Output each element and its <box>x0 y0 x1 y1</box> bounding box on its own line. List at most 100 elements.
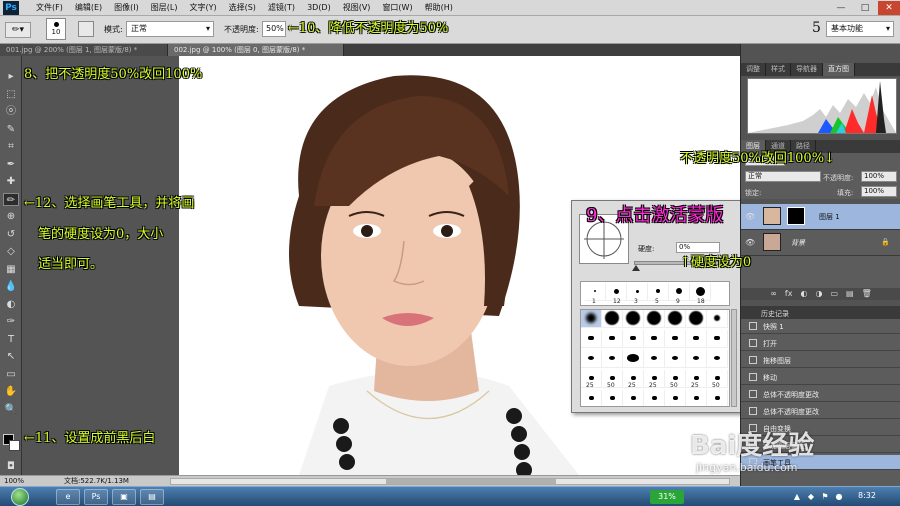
brush-preset-cell[interactable] <box>665 310 686 328</box>
layer-action-button-3[interactable]: ◑ <box>815 288 822 300</box>
visibility-eye-icon[interactable]: 👁 <box>745 237 756 248</box>
history-item[interactable]: 拖移图层 <box>741 353 900 368</box>
brush-preset-cell[interactable] <box>665 390 686 406</box>
brush-preset-cell[interactable]: 50 <box>707 370 728 389</box>
brush-preset-cell[interactable]: 1 <box>585 283 606 305</box>
history-item[interactable]: 总体不透明度更改 <box>741 404 900 419</box>
menu-3d[interactable]: 3D(D) <box>301 0 337 16</box>
workspace-select[interactable]: 基本功能 <box>826 21 894 37</box>
clock[interactable]: 8:32 <box>858 489 876 503</box>
brush-preset-cell[interactable] <box>707 330 728 348</box>
brush-preset-cell[interactable] <box>644 350 665 368</box>
fill-input[interactable]: 100% <box>861 186 897 197</box>
brush-preset-cell[interactable]: 12 <box>606 283 627 305</box>
brush-tool-icon[interactable]: ✏ <box>3 192 19 206</box>
brush-preset-cell[interactable] <box>602 310 623 328</box>
tool-preset-picker[interactable]: ✏▾ <box>5 22 31 38</box>
brush-preset-cell[interactable] <box>581 310 602 328</box>
layer-action-button-0[interactable]: ∞ <box>770 288 777 300</box>
brush-preset-cell[interactable] <box>707 350 728 368</box>
brush-preset-cell[interactable]: 25 <box>623 370 644 389</box>
horizontal-scrollbar-thumb[interactable] <box>386 479 556 484</box>
blend-mode-select[interactable]: 正常 <box>745 171 821 182</box>
brush-preset-cell[interactable]: 18 <box>690 283 711 305</box>
volume-icon[interactable]: ◆ <box>806 492 816 502</box>
history-item[interactable]: 总体不透明度更改 <box>741 387 900 402</box>
mode-select[interactable]: 正常 <box>126 21 214 37</box>
brush-preset-cell[interactable]: 5 <box>648 283 669 305</box>
close-button[interactable]: ✕ <box>878 1 900 15</box>
menu-filter[interactable]: 滤镜(T) <box>262 0 301 16</box>
lasso-tool-icon[interactable]: ⓞ <box>3 105 19 118</box>
brush-preset-cell[interactable] <box>581 350 602 368</box>
minimize-button[interactable]: — <box>830 1 852 15</box>
brush-preset-cell[interactable] <box>686 350 707 368</box>
layer-action-button-1[interactable]: fx <box>785 288 793 300</box>
brush-grid-scrollbar[interactable] <box>731 309 737 407</box>
dodge-tool-icon[interactable]: ◐ <box>3 298 19 311</box>
brush-preset-cell[interactable] <box>686 330 707 348</box>
layer-row[interactable]: 👁 背景 🔒 <box>741 230 900 256</box>
start-button[interactable] <box>3 487 39 506</box>
power-icon[interactable]: ● <box>834 492 844 502</box>
path-select-tool-icon[interactable]: ↖ <box>3 350 19 363</box>
menu-type[interactable]: 文字(Y) <box>183 0 222 16</box>
brush-preset-cell[interactable] <box>665 330 686 348</box>
photoshop-taskbar-icon[interactable]: Ps <box>84 489 108 505</box>
brush-preset-cell[interactable] <box>602 330 623 348</box>
blur-tool-icon[interactable]: 💧 <box>3 280 19 293</box>
pen-tool-icon[interactable]: ✑ <box>3 315 19 328</box>
brush-preset-cell[interactable]: 9 <box>669 283 690 305</box>
menu-edit[interactable]: 编辑(E) <box>69 0 108 16</box>
hardness-input[interactable]: 0% <box>676 242 720 253</box>
menu-select[interactable]: 选择(S) <box>223 0 262 16</box>
move-tool-icon[interactable]: ▸ <box>3 70 19 83</box>
history-tab[interactable]: 历史记录 <box>761 309 789 319</box>
quick-mask-icon[interactable]: ◘ <box>3 460 19 473</box>
quick-select-tool-icon[interactable]: ✎ <box>3 123 19 136</box>
battery-indicator[interactable]: 31% <box>650 490 684 504</box>
layer-opacity-input[interactable]: 100% <box>861 171 897 182</box>
gradient-tool-icon[interactable]: ▦ <box>3 263 19 276</box>
hardness-slider-thumb[interactable] <box>632 265 640 271</box>
brush-preset-cell[interactable] <box>602 350 623 368</box>
hand-tool-icon[interactable]: ✋ <box>3 385 19 398</box>
brush-preset-cell[interactable] <box>644 310 665 328</box>
history-item[interactable]: 快照 1 <box>741 319 900 334</box>
brush-preset-cell[interactable] <box>707 310 728 328</box>
tab-002[interactable]: 002.jpg @ 100% (图层 0, 图层蒙版/8) * <box>168 44 344 56</box>
layer-action-button-6[interactable]: 🗑 <box>862 288 872 300</box>
menu-layer[interactable]: 图层(L) <box>145 0 184 16</box>
panel-tab-2[interactable]: 导航器 <box>791 63 823 76</box>
brush-preset-cell[interactable] <box>581 330 602 348</box>
brush-preset-cell[interactable] <box>623 390 644 406</box>
history-item[interactable]: 移动 <box>741 370 900 385</box>
brush-preset-picker[interactable]: 10 <box>46 18 66 40</box>
history-item[interactable]: 打开 <box>741 336 900 351</box>
menu-help[interactable]: 帮助(H) <box>419 0 459 16</box>
brush-preset-cell[interactable]: 25 <box>581 370 602 389</box>
brush-preset-cell[interactable] <box>581 390 602 406</box>
menu-window[interactable]: 窗口(W) <box>376 0 418 16</box>
layer-mask-thumbnail[interactable] <box>787 207 805 225</box>
image-viewer-taskbar-icon[interactable]: ▣ <box>112 489 136 505</box>
layer-action-button-5[interactable]: ▤ <box>846 288 854 300</box>
brush-preset-cell[interactable] <box>644 330 665 348</box>
tab-001[interactable]: 001.jpg @ 200% (图层 1, 图层蒙版/8) * <box>0 44 168 56</box>
brush-preset-cell[interactable]: 25 <box>686 370 707 389</box>
brush-preset-cell[interactable]: 50 <box>665 370 686 389</box>
visibility-eye-icon[interactable]: 👁 <box>745 211 756 222</box>
background-color-swatch[interactable] <box>9 440 20 451</box>
menu-view[interactable]: 视图(V) <box>337 0 377 16</box>
panel-tab-0[interactable]: 调整 <box>741 63 766 76</box>
ie-taskbar-icon[interactable]: e <box>56 489 80 505</box>
folder-taskbar-icon[interactable]: ▤ <box>140 489 164 505</box>
shape-tool-icon[interactable]: ▭ <box>3 368 19 381</box>
layer-row[interactable]: 👁 图层 1 <box>741 204 900 230</box>
eyedropper-tool-icon[interactable]: ✒ <box>3 158 19 171</box>
brush-preset-cell[interactable] <box>686 390 707 406</box>
layer-action-button-2[interactable]: ◐ <box>800 288 807 300</box>
brush-preset-cell[interactable]: 3 <box>627 283 648 305</box>
healing-tool-icon[interactable]: ✚ <box>3 175 19 188</box>
brush-preset-cell[interactable] <box>623 350 644 368</box>
